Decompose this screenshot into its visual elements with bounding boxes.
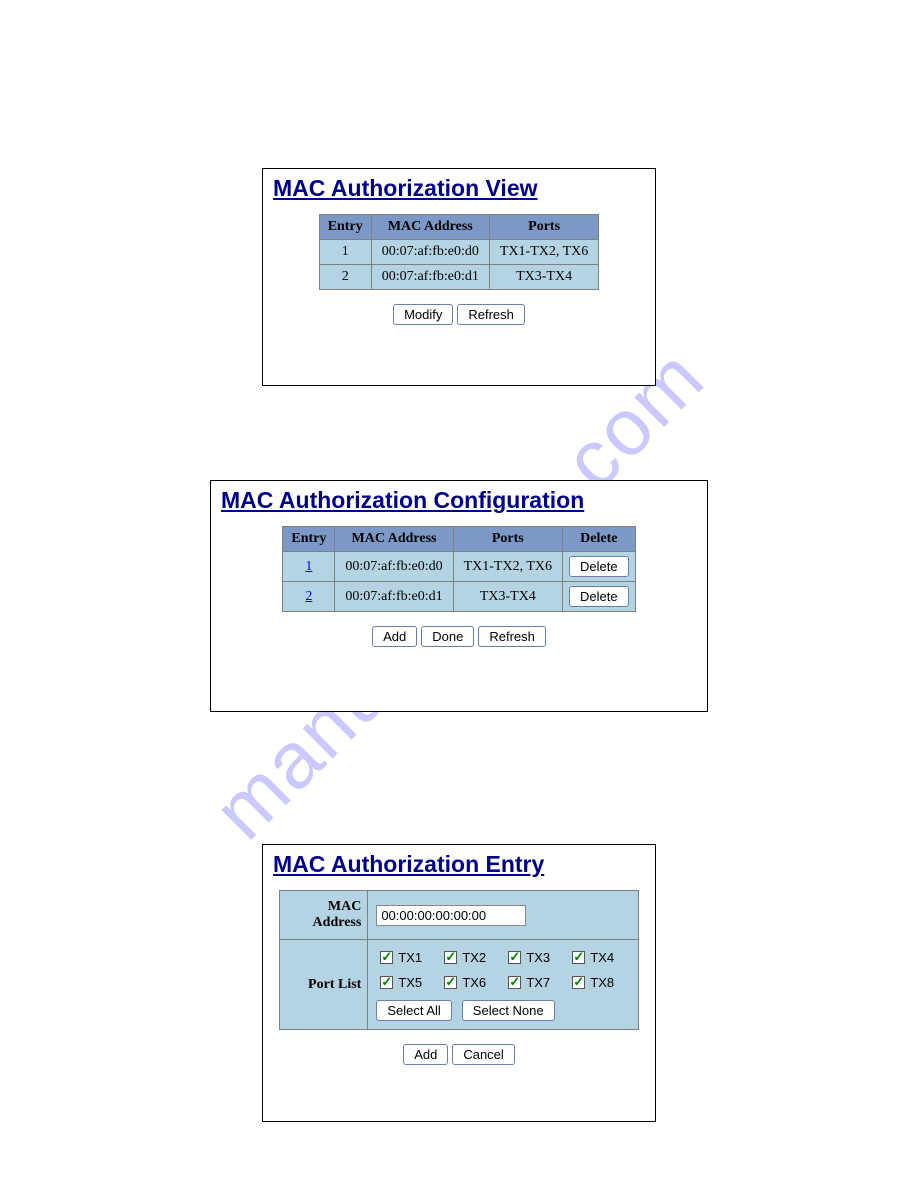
view-col-ports: Ports — [490, 215, 598, 239]
port-checkbox[interactable] — [444, 976, 457, 989]
port-checkbox[interactable] — [572, 951, 585, 964]
port-checkbox[interactable] — [572, 976, 585, 989]
cell-ports: TX1-TX2, TX6 — [454, 552, 562, 581]
cell-ports: TX1-TX2, TX6 — [490, 240, 598, 264]
cell-mac: 00:07:af:fb:e0:d1 — [335, 582, 452, 611]
port-checkbox[interactable] — [380, 951, 393, 964]
delete-button[interactable]: Delete — [569, 586, 629, 607]
port-checkbox[interactable] — [380, 976, 393, 989]
add-button[interactable]: Add — [372, 626, 417, 647]
mac-auth-entry-panel: MAC Authorization Entry MAC Address Port… — [262, 844, 656, 1122]
config-table: Entry MAC Address Ports Delete 1 00:07:a… — [282, 526, 635, 612]
port-list-label: Port List — [280, 940, 368, 1029]
delete-button[interactable]: Delete — [569, 556, 629, 577]
cell-entry[interactable]: 2 — [283, 582, 334, 611]
cell-entry: 1 — [320, 240, 371, 264]
done-button[interactable]: Done — [421, 626, 474, 647]
config-title: MAC Authorization Configuration — [211, 487, 707, 514]
cell-entry: 2 — [320, 265, 371, 289]
entry-title: MAC Authorization Entry — [263, 851, 655, 878]
port-grid: TX1 TX2 TX3 TX4 TX5 TX6 TX7 TX8 — [376, 948, 630, 992]
view-table: Entry MAC Address Ports 1 00:07:af:fb:e0… — [319, 214, 600, 290]
entry-link[interactable]: 1 — [305, 559, 312, 574]
refresh-button[interactable]: Refresh — [457, 304, 525, 325]
view-col-entry: Entry — [320, 215, 371, 239]
port-checkbox[interactable] — [444, 951, 457, 964]
table-row: 1 00:07:af:fb:e0:d0 TX1-TX2, TX6 — [320, 240, 599, 264]
add-button[interactable]: Add — [403, 1044, 448, 1065]
config-col-mac: MAC Address — [335, 527, 452, 551]
port-tx4[interactable]: TX4 — [568, 948, 630, 967]
config-col-ports: Ports — [454, 527, 562, 551]
table-row: 2 00:07:af:fb:e0:d1 TX3-TX4 — [320, 265, 599, 289]
port-tx8[interactable]: TX8 — [568, 973, 630, 992]
cell-mac: 00:07:af:fb:e0:d0 — [335, 552, 452, 581]
cell-delete: Delete — [563, 552, 635, 581]
cell-ports: TX3-TX4 — [490, 265, 598, 289]
cell-ports: TX3-TX4 — [454, 582, 562, 611]
refresh-button[interactable]: Refresh — [478, 626, 546, 647]
cell-mac: 00:07:af:fb:e0:d1 — [372, 265, 489, 289]
port-tx6[interactable]: TX6 — [440, 973, 502, 992]
cell-mac: 00:07:af:fb:e0:d0 — [372, 240, 489, 264]
table-row: 2 00:07:af:fb:e0:d1 TX3-TX4 Delete — [283, 582, 634, 611]
port-list-cell: TX1 TX2 TX3 TX4 TX5 TX6 TX7 TX8 Select A… — [368, 940, 638, 1029]
mac-auth-config-panel: MAC Authorization Configuration Entry MA… — [210, 480, 708, 712]
mac-address-cell — [368, 891, 638, 939]
port-tx5[interactable]: TX5 — [376, 973, 438, 992]
entry-link[interactable]: 2 — [305, 589, 312, 604]
mac-address-label: MAC Address — [280, 891, 368, 939]
table-row: 1 00:07:af:fb:e0:d0 TX1-TX2, TX6 Delete — [283, 552, 634, 581]
port-tx2[interactable]: TX2 — [440, 948, 502, 967]
config-col-entry: Entry — [283, 527, 334, 551]
mac-auth-view-panel: MAC Authorization View Entry MAC Address… — [262, 168, 656, 386]
port-checkbox[interactable] — [508, 976, 521, 989]
port-tx3[interactable]: TX3 — [504, 948, 566, 967]
port-tx7[interactable]: TX7 — [504, 973, 566, 992]
select-none-button[interactable]: Select None — [462, 1000, 555, 1021]
cell-entry[interactable]: 1 — [283, 552, 334, 581]
mac-address-input[interactable] — [376, 905, 526, 926]
config-col-delete: Delete — [563, 527, 635, 551]
port-tx1[interactable]: TX1 — [376, 948, 438, 967]
port-checkbox[interactable] — [508, 951, 521, 964]
modify-button[interactable]: Modify — [393, 304, 453, 325]
view-title: MAC Authorization View — [263, 175, 655, 202]
view-col-mac: MAC Address — [372, 215, 489, 239]
entry-form: MAC Address Port List TX1 TX2 TX3 TX4 TX… — [279, 890, 640, 1030]
cancel-button[interactable]: Cancel — [452, 1044, 514, 1065]
cell-delete: Delete — [563, 582, 635, 611]
select-all-button[interactable]: Select All — [376, 1000, 451, 1021]
